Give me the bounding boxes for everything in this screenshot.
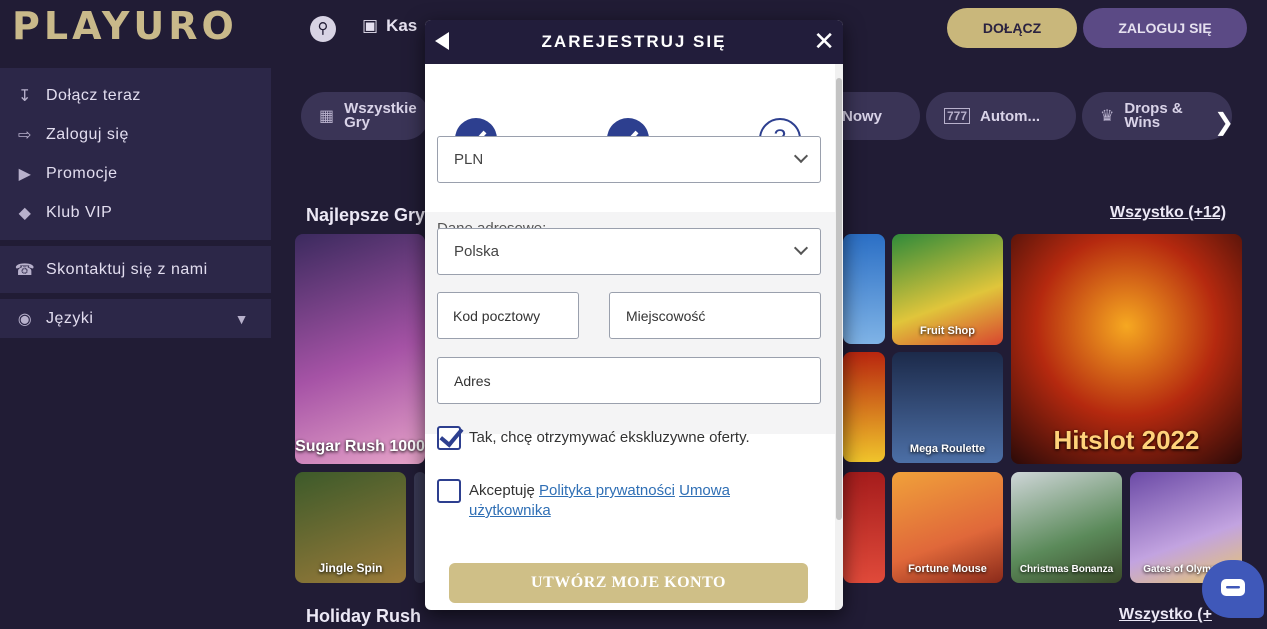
sidebar-group-account: ↧ Dołącz teraz ⇨ Zaloguj się ▶ Promocje … — [0, 68, 271, 240]
game-title: Mega Roulette — [909, 443, 986, 455]
cashier-label: Kas — [386, 16, 418, 35]
login-button[interactable]: ZALOGUJ SIĘ — [1083, 8, 1247, 48]
scrollbar-thumb[interactable] — [836, 78, 842, 520]
game-tile[interactable]: Jingle Spin — [295, 472, 406, 583]
chat-icon — [1221, 579, 1245, 596]
terms-prefix: Akceptuję — [469, 482, 535, 499]
game-tile[interactable] — [843, 234, 885, 344]
join-button[interactable]: DOŁĄCZ — [947, 8, 1077, 48]
section-title-holiday: Holiday Rush — [306, 606, 422, 626]
game-tile[interactable] — [843, 472, 885, 583]
offers-label: Tak, chcę otrzymywać ekskluzywne oferty. — [469, 429, 750, 446]
see-all-top-games[interactable]: Wszystko (+12) — [1110, 204, 1226, 222]
crown-icon: ♛ — [1100, 108, 1115, 125]
sidebar-item-label: Języki — [46, 309, 94, 327]
login-icon: ⇨ — [18, 126, 32, 144]
registration-modal: ZAREJESTRUJ SIĘ ✕ 3 PLN Dane adresowe: P… — [425, 20, 843, 610]
sidebar-item-label: Skontaktuj się z nami — [46, 260, 208, 278]
globe-icon: ◉ — [17, 310, 33, 328]
chevron-right-icon[interactable]: ❯ — [1214, 108, 1234, 137]
chevron-down-icon: ▼ — [234, 310, 249, 327]
terms-checkbox[interactable] — [437, 479, 461, 503]
game-title: Fortune Mouse — [908, 563, 987, 575]
address-input[interactable]: Adres — [437, 357, 821, 404]
category-label: Autom... — [980, 107, 1041, 125]
chevron-down-icon — [793, 148, 809, 164]
city-input[interactable]: Miejscowość — [609, 292, 821, 339]
search-icon[interactable]: ⚲ — [310, 16, 336, 42]
country-select[interactable]: Polska — [437, 228, 821, 275]
sidebar-group-languages: ◉ Języki ▼ — [0, 299, 271, 338]
game-title: Jingle Spin — [318, 561, 383, 575]
currency-select[interactable]: PLN — [437, 136, 821, 183]
category-slots[interactable]: 777 Autom... — [926, 92, 1076, 140]
category-all-games[interactable]: ▦ Wszystkie Gry — [301, 92, 429, 140]
sidebar-item-contact[interactable]: ☎ Skontaktuj się z nami — [0, 250, 271, 289]
sidebar-item-label: Promocje — [46, 164, 118, 182]
currency-value: PLN — [454, 151, 484, 168]
create-account-button[interactable]: UTWÓRZ MOJE KONTO — [449, 563, 808, 603]
close-icon[interactable]: ✕ — [813, 28, 835, 54]
modal-title: ZAREJESTRUJ SIĘ — [541, 32, 727, 51]
terms-label: Akceptuję Polityka prywatności Umowa uży… — [469, 479, 730, 521]
game-title: Fruit Shop — [920, 325, 975, 337]
game-tile[interactable]: Mega Roulette — [892, 352, 1003, 463]
category-label: Drops & Wins — [1124, 100, 1183, 131]
join-icon: ↧ — [18, 87, 32, 105]
sidebar-item-login[interactable]: ⇨ Zaloguj się — [0, 115, 271, 154]
postal-code-input[interactable]: Kod pocztowy — [437, 292, 579, 339]
offers-checkbox[interactable] — [437, 426, 461, 450]
category-label: Nowy — [842, 107, 883, 125]
logo[interactable]: PLAYURO — [12, 4, 238, 48]
category-label: Wszystkie Gry — [344, 100, 417, 131]
sidebar-item-label: Dołącz teraz — [46, 86, 141, 104]
diamond-icon: ◆ — [18, 204, 32, 222]
sidebar-group-contact: ☎ Skontaktuj się z nami — [0, 246, 271, 293]
phone-icon: ☎ — [14, 261, 36, 279]
game-tile[interactable]: Sugar Rush 1000 — [295, 234, 425, 464]
category-drops-wins[interactable]: ♛ Drops & Wins — [1082, 92, 1232, 140]
sidebar-item-promotions[interactable]: ▶ Promocje — [0, 154, 271, 193]
sidebar-item-vip[interactable]: ◆ Klub VIP — [0, 193, 271, 232]
grid-icon: ▦ — [319, 108, 335, 125]
sidebar-item-languages[interactable]: ◉ Języki ▼ — [0, 299, 271, 338]
see-all-holiday[interactable]: Wszystko (+ — [1119, 606, 1212, 624]
modal-header: ZAREJESTRUJ SIĘ ✕ — [425, 20, 843, 64]
section-title-top-games: Najlepsze Gry — [306, 205, 426, 225]
offers-checkbox-row[interactable]: Tak, chcę otrzymywać ekskluzywne oferty. — [437, 426, 750, 450]
megaphone-icon: ▶ — [18, 165, 32, 183]
sidebar-item-join[interactable]: ↧ Dołącz teraz — [0, 76, 271, 115]
modal-body: 3 PLN Dane adresowe: Polska Kod pocztowy… — [425, 64, 835, 610]
game-title: Hitslot 2022 — [1053, 425, 1200, 455]
sidebar-item-label: Zaloguj się — [46, 125, 129, 143]
cashier-icon: ▣ — [362, 16, 379, 35]
game-tile[interactable]: Fruit Shop — [892, 234, 1003, 345]
sidebar-item-label: Klub VIP — [46, 203, 113, 221]
slots-icon: 777 — [944, 108, 971, 124]
game-tile[interactable] — [843, 352, 885, 462]
terms-checkbox-row: Akceptuję Polityka prywatności Umowa uży… — [437, 479, 797, 521]
game-title: Christmas Bonanza — [1019, 564, 1114, 575]
game-tile[interactable]: Fortune Mouse — [892, 472, 1003, 583]
country-value: Polska — [454, 243, 500, 260]
game-tile[interactable]: Christmas Bonanza — [1011, 472, 1122, 583]
cashier-button[interactable]: ▣ Kas — [362, 16, 417, 36]
user-agreement-link[interactable]: użytkownika — [469, 502, 551, 519]
chevron-down-icon — [793, 240, 809, 256]
sidebar: ↧ Dołącz teraz ⇨ Zaloguj się ▶ Promocje … — [0, 68, 271, 344]
privacy-policy-link[interactable]: Polityka prywatności — [539, 482, 675, 499]
game-tile[interactable]: Hitslot 2022 — [1011, 234, 1242, 464]
chat-button[interactable] — [1202, 560, 1264, 618]
game-title: Sugar Rush 1000 — [295, 438, 425, 455]
user-agreement-link[interactable]: Umowa — [679, 482, 730, 499]
